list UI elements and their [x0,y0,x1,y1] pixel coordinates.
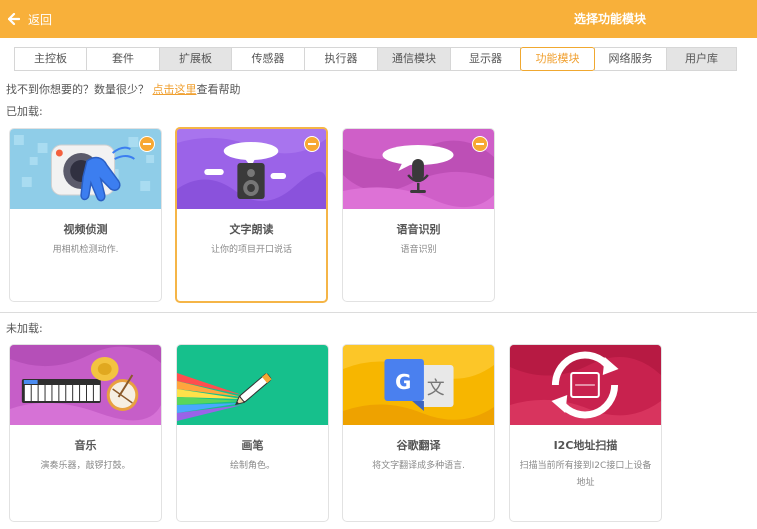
help-suffix: 查看帮助 [196,83,241,96]
page-title: 选择功能模块 [573,12,646,26]
back-label: 返回 [28,12,53,27]
card-description: 将文字翻译成多种语言. [372,461,465,471]
extension-card-text-to-speech[interactable]: 文字朗读 让你的项目开口说话 [175,127,328,303]
card-title: 音乐 [74,439,97,452]
card-description: 语音识别 [400,245,437,255]
section-divider [0,312,757,313]
help-text: 找不到你想要的？数量很少？ 点击这里查看帮助 [6,81,241,97]
tab-sensors[interactable]: 传感器 [231,47,305,71]
google-translate-icon: 文 G [343,345,494,425]
card-title: I2C地址扫描 [553,439,618,452]
card-thumbnail [510,345,661,425]
tab-kit[interactable]: 套件 [86,47,160,71]
tab-expansion-board[interactable]: 扩展板 [159,47,232,71]
help-link[interactable]: 点击这里 [153,83,197,96]
tab-display[interactable]: 显示器 [450,47,521,71]
card-thumbnail [10,129,161,209]
card-title: 文字朗读 [229,223,274,236]
remove-extension-button[interactable] [139,136,155,152]
card-thumbnail [177,345,328,425]
card-description: 绘制角色。 [229,461,275,471]
card-description: 演奏乐器，敲锣打鼓。 [40,461,131,471]
svg-text:G: G [395,371,411,394]
card-description: 让你的项目开口说话 [210,245,292,255]
top-bar: 返回 选择功能模块 [0,0,757,38]
tab-communication[interactable]: 通信模块 [377,47,451,71]
card-title: 谷歌翻译 [396,439,441,452]
card-thumbnail: 文 G [343,345,494,425]
remove-extension-button[interactable] [304,136,320,152]
tab-network-services[interactable]: 网络服务 [594,47,667,71]
tab-user-library[interactable]: 用户库 [666,47,737,71]
card-description: 用相机检测动作. [52,245,119,255]
help-prefix: 找不到你想要的？数量很少？ [6,83,149,96]
card-title: 语音识别 [396,223,441,236]
extension-card-video-sensing[interactable]: 视频侦测 用相机检测动作. [9,128,162,302]
loaded-section-label: 已加载: [6,105,43,118]
extension-card-i2c-scan[interactable]: I2C地址扫描 扫描当前所有接到I2C接口上设备地址 [509,344,662,522]
unloaded-section-label: 未加载: [6,322,43,335]
card-thumbnail [177,129,326,209]
pen-icon [177,345,328,425]
extension-card-music[interactable]: 音乐 演奏乐器，敲锣打鼓。 [9,344,162,522]
i2c-scan-icon [510,345,661,425]
card-title: 视频侦测 [63,223,108,236]
extension-card-speech-recognition[interactable]: 语音识别 语音识别 [342,128,495,302]
card-title: 画笔 [241,439,264,452]
card-description: 扫描当前所有接到I2C接口上设备地址 [519,461,652,488]
svg-text:文: 文 [427,378,445,399]
music-instruments-icon [10,345,161,425]
tab-main-board[interactable]: 主控板 [14,47,87,71]
back-button[interactable]: 返回 [8,10,52,28]
card-thumbnail [10,345,161,425]
tab-actuators[interactable]: 执行器 [304,47,378,71]
tab-function-modules[interactable]: 功能模块 [520,47,595,71]
arrow-left-icon [8,13,20,25]
category-tabs: 主控板 套件 扩展板 传感器 执行器 通信模块 显示器 功能模块 网络服务 用户… [14,47,737,71]
extension-card-pen[interactable]: 画笔 绘制角色。 [176,344,329,522]
card-thumbnail [343,129,494,209]
extension-card-google-translate[interactable]: 文 G 谷歌翻译 将文字翻译成多种语言. [342,344,495,522]
remove-extension-button[interactable] [472,136,488,152]
